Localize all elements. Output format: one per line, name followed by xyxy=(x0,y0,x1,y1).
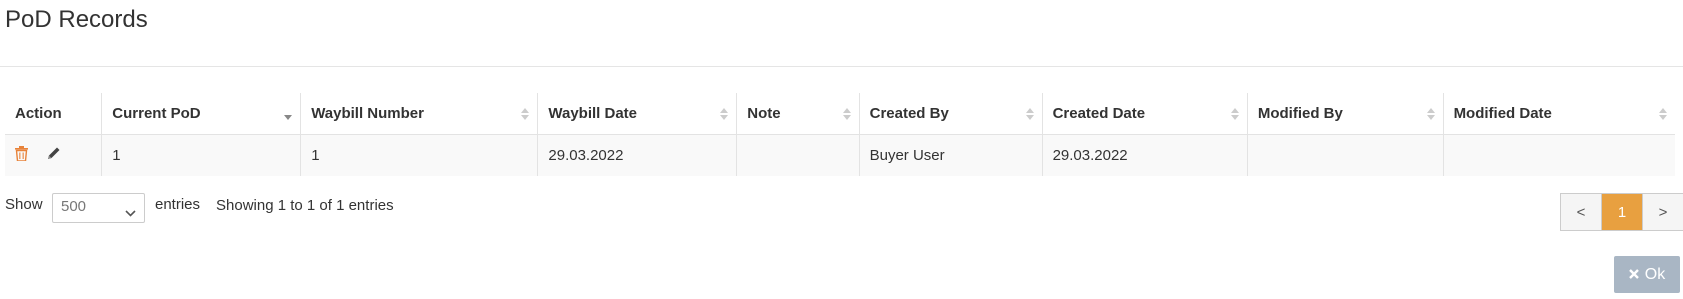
pod-records-table: Action Current PoD Waybill Number Waybil… xyxy=(5,93,1675,176)
pagination-next-button[interactable]: > xyxy=(1643,194,1683,230)
chevron-down-icon xyxy=(125,204,136,221)
pagination-page-1[interactable]: 1 xyxy=(1602,194,1643,230)
cell-modified-by xyxy=(1246,134,1444,176)
close-icon xyxy=(1628,266,1639,284)
sort-desc-icon xyxy=(284,107,293,121)
ok-button[interactable]: Ok xyxy=(1614,256,1680,293)
column-header-action: Action xyxy=(5,93,102,135)
pagination: < 1 > xyxy=(1560,193,1683,231)
column-header-created-date[interactable]: Created Date xyxy=(1041,93,1248,135)
cell-waybill-date: 29.03.2022 xyxy=(537,134,737,176)
sort-icon xyxy=(521,107,530,121)
show-label: Show xyxy=(5,196,43,213)
sort-icon xyxy=(720,107,729,121)
column-header-waybill-date[interactable]: Waybill Date xyxy=(537,93,737,135)
sort-icon xyxy=(1025,107,1034,121)
table-row: 1 1 29.03.2022 Buyer User 29.03.2022 xyxy=(5,134,1675,176)
sort-icon xyxy=(1426,107,1435,121)
column-header-waybill-number[interactable]: Waybill Number xyxy=(300,93,538,135)
column-header-modified-date[interactable]: Modified Date xyxy=(1442,93,1675,135)
cell-modified-date xyxy=(1442,134,1675,176)
sort-icon xyxy=(1659,107,1667,121)
title-divider xyxy=(0,66,1683,67)
page-title: PoD Records xyxy=(5,6,148,33)
cell-created-by: Buyer User xyxy=(858,134,1043,176)
table-info: Showing 1 to 1 of 1 entries xyxy=(216,197,394,214)
cell-created-date: 29.03.2022 xyxy=(1041,134,1248,176)
cell-current-pod: 1 xyxy=(101,134,301,176)
column-header-created-by[interactable]: Created By xyxy=(858,93,1043,135)
ok-button-label: Ok xyxy=(1644,265,1666,283)
table-header-row: Action Current PoD Waybill Number Waybil… xyxy=(5,93,1675,135)
sort-icon xyxy=(842,107,851,121)
pencil-icon[interactable] xyxy=(46,146,61,165)
column-header-note[interactable]: Note xyxy=(736,93,860,135)
page-size-select[interactable]: 500 xyxy=(52,193,145,223)
pagination-prev-button[interactable]: < xyxy=(1561,194,1602,230)
entries-label: entries xyxy=(155,196,201,213)
cell-actions xyxy=(5,134,102,176)
cell-note xyxy=(736,134,860,176)
column-header-modified-by[interactable]: Modified By xyxy=(1246,93,1444,135)
page-size-value: 500 xyxy=(61,198,87,215)
cell-waybill-number: 1 xyxy=(300,134,538,176)
trash-icon[interactable] xyxy=(15,146,28,165)
column-header-current-pod[interactable]: Current PoD xyxy=(101,93,301,135)
sort-icon xyxy=(1230,107,1239,121)
